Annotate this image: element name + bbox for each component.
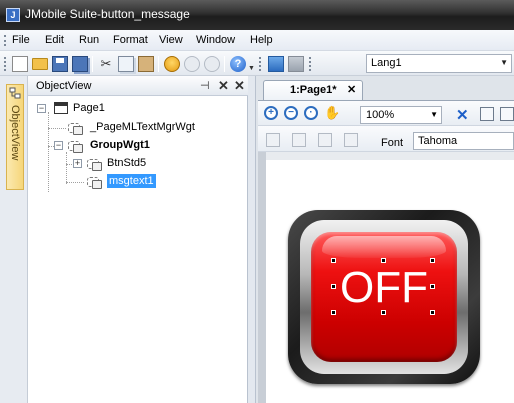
- toolbar-separator: [224, 56, 225, 72]
- widget-icon: [67, 121, 83, 135]
- menu-edit[interactable]: Edit: [45, 34, 64, 46]
- vertical-ruler: [258, 152, 266, 403]
- side-tab-label: ObjectView: [9, 105, 21, 161]
- tab-page1[interactable]: 1:Page1* ✕: [263, 80, 363, 100]
- pan-hand-icon[interactable]: ✋: [324, 106, 340, 120]
- align-left-icon[interactable]: [266, 133, 280, 147]
- toolbar-separator: [92, 56, 93, 72]
- objectview-side-tab[interactable]: ObjectView: [6, 84, 24, 190]
- font-label: Font: [381, 137, 404, 149]
- tree-item-page1[interactable]: − Page1: [36, 100, 156, 117]
- collapse-icon[interactable]: −: [54, 141, 63, 150]
- tab-label: 1:Page1*: [290, 84, 337, 96]
- paste-icon[interactable]: [138, 56, 154, 72]
- delete-icon[interactable]: ✕: [456, 106, 469, 124]
- main-toolbar: ✂ ? ▼ Lang1 ▼: [0, 51, 514, 76]
- tree-item-groupwgt1[interactable]: − GroupWgt1: [54, 137, 194, 154]
- tree-icon: [9, 87, 21, 99]
- widget-group-icon: [67, 139, 83, 153]
- menu-run[interactable]: Run: [79, 34, 99, 46]
- build-icon[interactable]: [164, 56, 180, 72]
- menu-file[interactable]: File: [12, 34, 30, 46]
- object-view-title: ObjectView: [36, 80, 92, 92]
- tree-item-msgtext1[interactable]: msgtext1: [74, 173, 194, 190]
- close-tab-icon[interactable]: ✕: [347, 83, 356, 96]
- new-file-icon[interactable]: [12, 56, 28, 72]
- open-folder-icon[interactable]: [32, 58, 48, 70]
- menu-format[interactable]: Format: [113, 34, 148, 46]
- image-icon[interactable]: [268, 56, 284, 72]
- tree-item-label: GroupWgt1: [90, 139, 150, 151]
- resize-handle[interactable]: [430, 284, 435, 289]
- zoom-fit-icon[interactable]: ·: [304, 106, 318, 120]
- resize-handle[interactable]: [430, 310, 435, 315]
- app-icon: J: [6, 8, 20, 22]
- zoom-in-icon[interactable]: +: [264, 106, 278, 120]
- cut-icon[interactable]: ✂: [98, 56, 114, 72]
- menu-window[interactable]: Window: [196, 34, 235, 46]
- toolbar-grip-icon: [309, 57, 312, 71]
- align-center-icon[interactable]: [292, 133, 306, 147]
- object-view-header: ObjectView ⊣ ✕: [28, 76, 248, 96]
- resize-handle[interactable]: [331, 284, 336, 289]
- close-icon[interactable]: ✕: [234, 78, 245, 94]
- collapse-icon[interactable]: −: [37, 104, 46, 113]
- resize-handle[interactable]: [381, 310, 386, 315]
- widget-icon: [86, 157, 102, 171]
- menu-grip-icon: [4, 35, 7, 46]
- copy-icon[interactable]: [118, 56, 134, 72]
- language-value: Lang1: [371, 57, 402, 69]
- format-painter-icon[interactable]: [318, 133, 332, 147]
- image-disabled-icon[interactable]: [288, 56, 304, 72]
- zoom-value: 100%: [366, 109, 395, 121]
- font-select[interactable]: Tahoma: [413, 132, 514, 150]
- tree-item-btnstd5[interactable]: + BtnStd5: [73, 155, 194, 172]
- panel-splitter[interactable]: [248, 76, 256, 403]
- tree-item-pagemltextmgrwgt[interactable]: _PageMLTextMgrWgt: [54, 119, 214, 136]
- menu-help[interactable]: Help: [250, 34, 273, 46]
- tree-item-label-selected: msgtext1: [107, 174, 156, 188]
- save-all-icon[interactable]: [72, 56, 88, 72]
- menu-bar: File Edit Run Format View Window Help: [0, 30, 514, 51]
- tree-line: [48, 112, 49, 192]
- tree-item-label: BtnStd5: [107, 157, 147, 169]
- title-bar: J JMobile Suite-button_message: [0, 0, 514, 30]
- language-select[interactable]: Lang1 ▼: [366, 54, 512, 73]
- run-icon[interactable]: [184, 56, 200, 72]
- toolbar-grip-icon: [259, 57, 262, 71]
- resize-handle[interactable]: [381, 258, 386, 263]
- chevron-down-icon: ▼: [430, 110, 438, 119]
- group-icon[interactable]: [480, 107, 494, 121]
- stop-icon[interactable]: [204, 56, 220, 72]
- zoom-out-icon[interactable]: −: [284, 106, 298, 120]
- font-value: Tahoma: [418, 135, 458, 147]
- toolbar-grip-icon: [4, 57, 7, 71]
- resize-handle[interactable]: [331, 310, 336, 315]
- chevron-down-icon: ▼: [500, 58, 508, 67]
- resize-handle[interactable]: [430, 258, 435, 263]
- menu-view[interactable]: View: [159, 34, 183, 46]
- tree-line: [66, 152, 67, 184]
- chevron-down-icon[interactable]: ▼: [248, 65, 255, 72]
- pin-icon[interactable]: ⊣: [200, 79, 210, 92]
- distribute-icon[interactable]: [344, 133, 358, 147]
- resize-handle[interactable]: [331, 258, 336, 263]
- expand-icon[interactable]: +: [73, 159, 82, 168]
- zoom-select[interactable]: 100% ▼: [360, 106, 442, 124]
- save-icon[interactable]: [52, 56, 68, 72]
- window-title: JMobile Suite-button_message: [25, 7, 190, 21]
- close-icon[interactable]: ✕: [218, 78, 229, 94]
- page-icon: [54, 102, 68, 114]
- toolbar-separator: [158, 56, 159, 72]
- tree-item-label: Page1: [73, 102, 105, 114]
- off-button-label[interactable]: OFF: [336, 262, 432, 314]
- tree-item-label: _PageMLTextMgrWgt: [90, 121, 195, 133]
- off-button-gloss: [322, 236, 446, 258]
- widget-icon: [86, 175, 102, 189]
- ungroup-icon[interactable]: [500, 107, 514, 121]
- help-icon[interactable]: ?: [230, 56, 246, 72]
